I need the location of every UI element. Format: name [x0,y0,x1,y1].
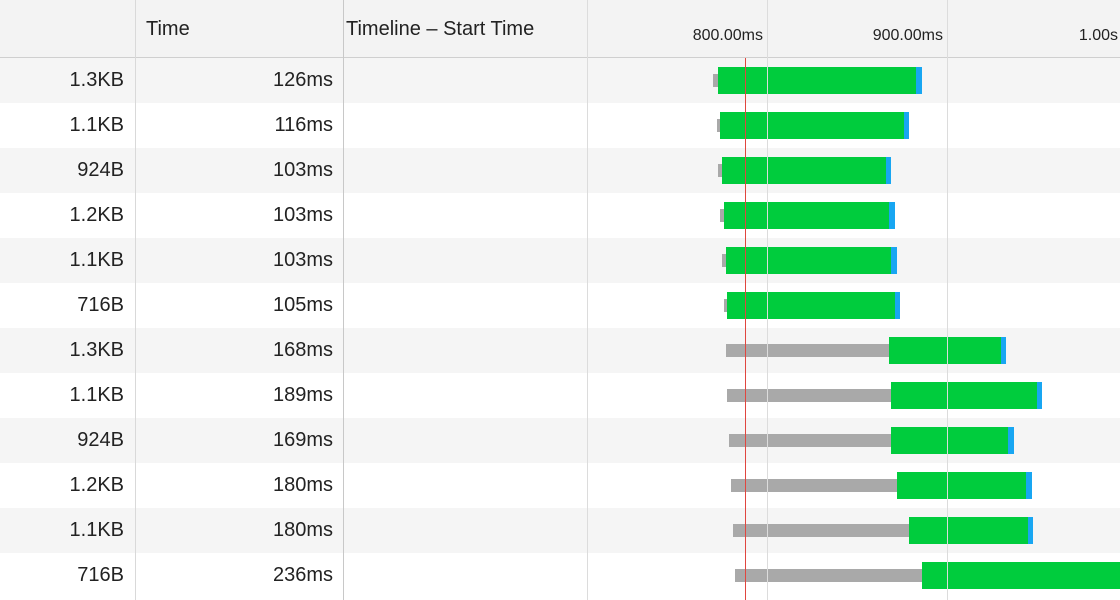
time-cell: 116ms [274,114,333,136]
request-rows: 1.3KB 126ms 1.1KB 116ms 924B 103ms 1.2KB 103ms 1… [0,58,1120,600]
waiting-bar [727,389,892,402]
waiting-bar [732,524,910,537]
timeline-gridline [947,0,948,600]
receiving-bar [718,67,917,94]
receiving-bar [725,247,892,274]
table-row[interactable]: 716B 236ms [0,553,1120,598]
size-cell: 1.2KB [69,204,124,226]
size-cell: 1.1KB [69,519,124,541]
waiting-bar [734,569,922,582]
receiving-bar [891,427,1009,454]
current-time-marker [745,58,747,600]
time-cell: 103ms [272,249,333,271]
finish-bar [916,67,922,94]
column-header-bar: Time Timeline – Start Time 800.00ms 900.0… [0,0,1120,58]
column-divider-time-timeline[interactable] [343,0,344,600]
size-cell: 1.3KB [69,69,124,91]
time-cell: 168ms [272,339,333,361]
finish-bar [885,157,892,184]
size-cell: 924B [77,159,124,181]
table-row[interactable]: 1.3KB 126ms [0,58,1120,103]
time-cell: 169ms [272,429,333,451]
time-cell: 189ms [272,384,333,406]
time-cell: 103ms [272,204,333,226]
time-cell: 105ms [272,294,333,316]
timeline-gridline [767,0,768,600]
finish-bar [1008,427,1014,454]
size-cell: 1.2KB [69,474,124,496]
size-cell: 924B [77,429,124,451]
time-cell: 126ms [272,69,333,91]
timeline-tick-label: 1.00s [1078,27,1118,44]
waiting-bar [725,344,890,357]
finish-bar [1037,382,1043,409]
size-cell: 1.1KB [69,114,124,136]
receiving-bar [909,517,1028,544]
size-cell: 1.1KB [69,249,124,271]
time-cell: 236ms [272,564,333,586]
finish-bar [894,292,901,319]
timeline-tick-label: 800.00ms [692,27,763,44]
receiving-bar [722,157,886,184]
receiving-bar [727,292,895,319]
receiving-bar [891,382,1037,409]
time-column-header[interactable]: Time [135,0,343,58]
column-divider-size-time[interactable] [135,0,136,600]
receiving-bar [889,337,1001,364]
size-column-header[interactable] [0,0,135,58]
table-row[interactable]: 924B 169ms [0,418,1120,463]
time-cell: 180ms [272,474,333,496]
receiving-bar [921,562,1120,589]
table-row[interactable]: 716B 105ms [0,283,1120,328]
size-cell: 716B [77,294,124,316]
table-row[interactable]: 924B 103ms [0,148,1120,193]
table-row[interactable]: 1.2KB 180ms [0,463,1120,508]
waiting-bar [729,434,892,447]
finish-bar [1028,517,1034,544]
table-row[interactable]: 1.1KB 116ms [0,103,1120,148]
size-cell: 1.1KB [69,384,124,406]
table-row[interactable]: 1.3KB 168ms [0,328,1120,373]
timeline-gridline [587,0,588,600]
table-row[interactable]: 1.1KB 103ms [0,238,1120,283]
finish-bar [1026,472,1032,499]
receiving-bar [896,472,1027,499]
finish-bar [1001,337,1007,364]
finish-bar [891,247,897,274]
finish-bar [903,112,910,139]
table-row[interactable]: 1.1KB 189ms [0,373,1120,418]
receiving-bar [720,112,904,139]
size-cell: 1.3KB [69,339,124,361]
time-cell: 103ms [272,159,333,181]
table-row[interactable]: 1.2KB 103ms [0,193,1120,238]
time-cell: 180ms [272,519,333,541]
table-row[interactable]: 1.1KB 180ms [0,508,1120,553]
receiving-bar [723,202,890,229]
finish-bar [889,202,895,229]
network-waterfall: Time Timeline – Start Time 800.00ms 900.0… [0,0,1120,600]
timeline-tick-label: 900.00ms [872,27,943,44]
size-cell: 716B [77,564,124,586]
waiting-bar [731,479,897,492]
